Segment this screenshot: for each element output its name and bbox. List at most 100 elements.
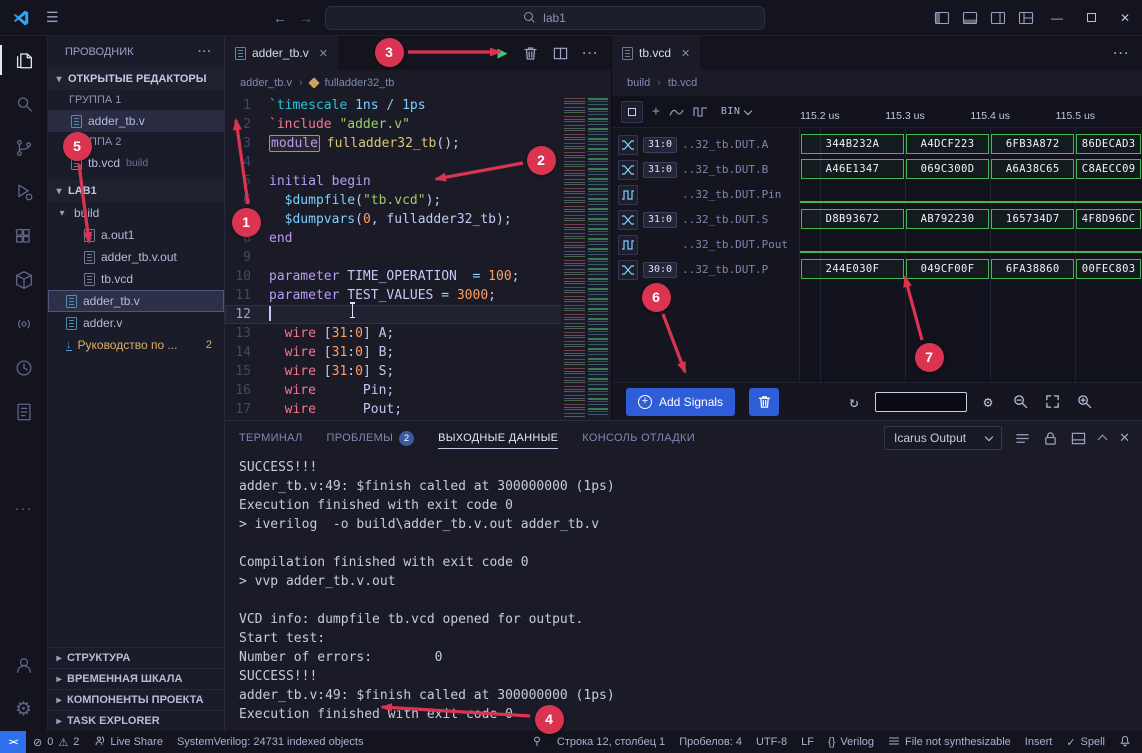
square-wave-icon[interactable] <box>693 106 708 118</box>
toggle-panel-icon[interactable] <box>956 3 984 33</box>
section-структура[interactable]: ▸СТРУКТУРА <box>48 647 224 668</box>
output-channel-select[interactable]: Icarus Output <box>884 426 1002 450</box>
wave-track-area[interactable]: 344B232AA4DCF2236FB3A87286DECAD3A46E1347… <box>800 128 1142 382</box>
tab-adder-tb-v[interactable]: adder_tb.v ✕ <box>225 36 338 70</box>
signal-32-tb-dut-b[interactable]: 31:0..32_tb.DUT.B <box>612 157 799 182</box>
breadcrumb-file[interactable]: adder_tb.v <box>240 77 292 89</box>
add-signals-button[interactable]: + Add Signals <box>626 388 735 416</box>
panel-tab-консоль-отладки[interactable]: КОНСОЛЬ ОТЛАДКИ <box>582 421 695 455</box>
ports-status[interactable] <box>524 731 550 753</box>
waveform-32-tb-dut-s[interactable]: D8B93672AB792230165734D74F8D96DC <box>800 207 1142 232</box>
menu-icon[interactable]: ☰ <box>46 9 59 26</box>
panel-tab-терминал[interactable]: ТЕРМИНАЛ <box>239 421 302 455</box>
code-line-6[interactable]: 6 $dumpfile("tb.vcd"); <box>225 191 611 210</box>
close-icon[interactable]: ✕ <box>319 47 328 60</box>
live-share-icon[interactable] <box>0 302 48 346</box>
zoom-out-button[interactable] <box>1009 391 1031 413</box>
run-debug-icon[interactable] <box>0 170 48 214</box>
code-line-11[interactable]: 11parameter TEST_VALUES = 3000; <box>225 286 611 305</box>
notebook-icon[interactable] <box>0 390 48 434</box>
zoom-fit-button[interactable] <box>1041 391 1063 413</box>
settings-gear-icon[interactable]: ⚙ <box>0 687 48 731</box>
code-editor[interactable]: 1`timescale 1ns / 1ps2`include "adder.v"… <box>225 96 611 420</box>
signal-32-tb-dut-a[interactable]: 31:0..32_tb.DUT.A <box>612 132 799 157</box>
output-list-icon[interactable] <box>1015 431 1030 446</box>
wave-settings-icon[interactable]: ⚙ <box>977 391 999 413</box>
code-line-10[interactable]: 10parameter TIME_OPERATION = 100; <box>225 267 611 286</box>
cursor-position[interactable]: Строка 12, столбец 1 <box>550 731 672 753</box>
code-line-17[interactable]: 17 wire Pout; <box>225 400 611 419</box>
clear-output-icon[interactable] <box>1071 431 1086 446</box>
insert-mode-status[interactable]: Insert <box>1018 731 1060 753</box>
code-line-4[interactable]: 4 <box>225 153 611 172</box>
time-input[interactable] <box>875 392 967 412</box>
signal-32-tb-dut-s[interactable]: 31:0..32_tb.DUT.S <box>612 207 799 232</box>
spell-status[interactable]: ✓ Spell <box>1059 731 1112 753</box>
workspace-header[interactable]: ▾ LAB1 <box>48 180 224 202</box>
sidebar-more-button[interactable]: ··· <box>198 46 212 58</box>
minimize-button[interactable]: — <box>1040 0 1074 36</box>
minimap[interactable] <box>561 96 611 420</box>
tree-item-build[interactable]: ▾build <box>48 202 224 224</box>
section-task-explorer[interactable]: ▸TASK EXPLORER <box>48 710 224 731</box>
problems-status[interactable]: ⊘ 0 ⚠ 2 <box>26 731 86 753</box>
tree-item-tb-vcd[interactable]: tb.vcd <box>48 268 224 290</box>
zoom-in-button[interactable] <box>1073 391 1095 413</box>
remote-indicator[interactable]: >< <box>0 731 26 753</box>
open-editors-header[interactable]: ▾ ОТКРЫТЫЕ РЕДАКТОРЫ <box>48 68 224 90</box>
waveform-32-tb-dut-pout[interactable] <box>800 232 1142 257</box>
breadcrumb-symbol[interactable]: fulladder32_tb <box>325 77 395 89</box>
split-editor-icon[interactable] <box>553 46 568 61</box>
add-marker-button[interactable]: + <box>652 104 660 119</box>
tree-item-adder-v[interactable]: adder.v <box>48 312 224 334</box>
maximize-panel-icon[interactable] <box>1098 435 1108 445</box>
language-status[interactable]: {} Verilog <box>821 731 881 753</box>
format-select[interactable]: BIN <box>721 106 752 117</box>
accounts-icon[interactable] <box>0 643 48 687</box>
notifications-bell[interactable] <box>1112 731 1138 753</box>
section-компоненты-проекта[interactable]: ▸КОМПОНЕНТЫ ПРОЕКТА <box>48 689 224 710</box>
code-line-3[interactable]: 3module fulladder32_tb(); <box>225 134 611 153</box>
customize-layout-icon[interactable] <box>1012 3 1040 33</box>
toggle-sidebar-icon[interactable] <box>928 3 956 33</box>
editor-more-button[interactable]: ··· <box>583 46 600 60</box>
more-views-icon[interactable]: ··· <box>0 486 48 530</box>
open-editor-tb-vcd[interactable]: tb.vcdbuild <box>48 152 224 174</box>
extensions-icon[interactable] <box>0 214 48 258</box>
synthesis-status[interactable]: File not synthesizable <box>881 731 1018 753</box>
code-line-1[interactable]: 1`timescale 1ns / 1ps <box>225 96 611 115</box>
close-panel-icon[interactable]: ✕ <box>1119 430 1130 446</box>
waveform-32-tb-dut-p[interactable]: 244E030F049CF00F6FA3886000FEC803 <box>800 257 1142 282</box>
refresh-button[interactable]: ↻ <box>843 391 865 413</box>
encoding-status[interactable]: UTF-8 <box>749 731 794 753</box>
code-line-13[interactable]: 13 wire [31:0] A; <box>225 324 611 343</box>
search-sidebar-icon[interactable] <box>0 82 48 126</box>
panel-tab-выходные-данные[interactable]: ВЫХОДНЫЕ ДАННЫЕ <box>438 421 558 455</box>
close-button[interactable]: ✕ <box>1108 0 1142 36</box>
code-line-5[interactable]: 5initial begin <box>225 172 611 191</box>
code-line-15[interactable]: 15 wire [31:0] S; <box>225 362 611 381</box>
history-icon[interactable] <box>0 346 48 390</box>
open-editor-adder-tb-v[interactable]: adder_tb.v <box>48 110 224 132</box>
command-center-search[interactable]: lab1 <box>325 6 765 30</box>
editor-more-button[interactable]: ··· <box>1114 46 1131 60</box>
explorer-icon[interactable] <box>0 38 48 82</box>
panel-tab-проблемы[interactable]: ПРОБЛЕМЫ2 <box>326 421 414 455</box>
output-lines[interactable]: SUCCESS!!!adder_tb.v:49: $finish called … <box>225 455 1142 731</box>
remote-explorer-icon[interactable] <box>0 258 48 302</box>
breadcrumb-folder[interactable]: build <box>627 77 650 89</box>
code-line-9[interactable]: 9 <box>225 248 611 267</box>
breadcrumb-file[interactable]: tb.vcd <box>668 77 697 89</box>
remove-signals-button[interactable] <box>749 388 779 416</box>
select-tool-button[interactable] <box>621 101 643 123</box>
toggle-secondary-sidebar-icon[interactable] <box>984 3 1012 33</box>
run-file-button[interactable]: ▶ <box>498 45 508 61</box>
indentation-status[interactable]: Пробелов: 4 <box>672 731 749 753</box>
waveform-32-tb-dut-b[interactable]: A46E1347069C300DA6A38C65C8AECC09 <box>800 157 1142 182</box>
live-share-status[interactable]: Live Share <box>86 731 170 753</box>
indexer-status[interactable]: SystemVerilog: 24731 indexed objects <box>170 731 371 753</box>
signal-32-tb-dut-p[interactable]: 30:0..32_tb.DUT.P <box>612 257 799 282</box>
back-button[interactable]: ← <box>273 10 287 26</box>
eol-status[interactable]: LF <box>794 731 821 753</box>
lock-scroll-icon[interactable] <box>1043 431 1058 446</box>
